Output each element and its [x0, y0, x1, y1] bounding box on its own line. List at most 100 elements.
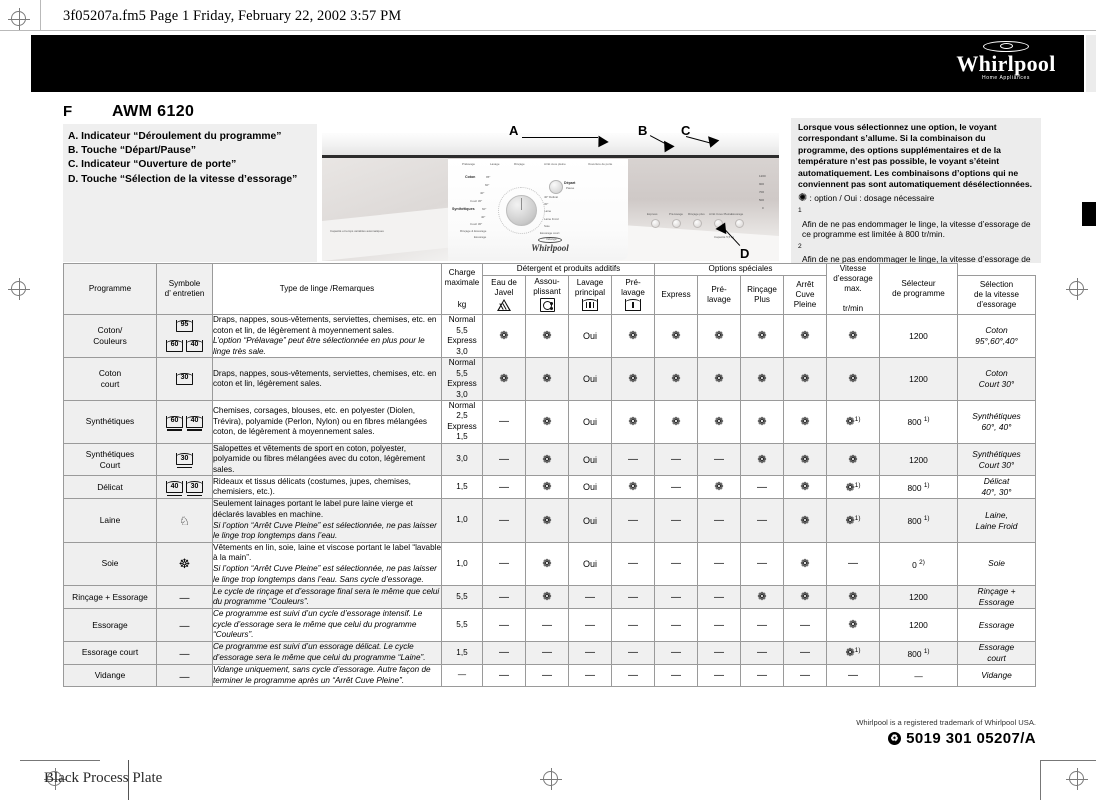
programme-label-l1: Coton/ — [97, 325, 123, 336]
cell-assouplissant: ❁ — [525, 357, 569, 401]
cell-arret-cuve-pleine: ❁ — [783, 357, 827, 401]
registration-mark-bottom-center — [540, 768, 562, 790]
not-available-dash: — — [179, 621, 190, 633]
option-led-essorage — [735, 219, 744, 228]
cell-prelavage-detergent: ❁ — [611, 475, 655, 500]
table-header: Programme Symbole d’ entretien Type de l… — [63, 263, 1036, 316]
not-available-dash: — — [628, 647, 638, 659]
footnote-1-marker: 1 — [798, 207, 802, 215]
selecteur-label-l2: Court 30° — [978, 379, 1015, 390]
charge-line-1: 5,5 — [456, 325, 468, 335]
snowflake-icon: ❁ — [628, 373, 638, 386]
panel-dial-laine: Laine — [544, 209, 552, 213]
cell-charge-maximale: Normal 5,5 Express 3,0 — [441, 357, 483, 401]
snowflake-icon: ❁ — [628, 481, 638, 494]
snowflake-icon: ❁ — [848, 373, 858, 386]
selecteur-label-l1: Synthétiques — [972, 410, 1021, 421]
panel-whirlpool-logo: Whirlpool — [518, 237, 582, 253]
care-symbol-tub-95: 95 — [176, 319, 193, 332]
cell-lavage-principal: Oui — [568, 498, 612, 543]
snowflake-icon: ❁ — [542, 330, 552, 343]
cell-prelavage-option: — — [697, 585, 741, 610]
cell-vitesse-essorage: 800 1) — [879, 400, 958, 444]
cell-value: Oui — [582, 454, 597, 465]
table-row: Coton/Couleurs 95 60 40 Draps, nappes, sous-… — [63, 313, 1036, 359]
bottom-left-rule — [20, 760, 100, 761]
th-rincage-plus: Rinçage Plus — [740, 274, 784, 316]
charge-line-3: 3,0 — [456, 346, 468, 356]
th-charge-l1: Charge — [448, 268, 476, 277]
th-prelavage2-l1: Pré- — [711, 284, 727, 294]
cell-description: Le cycle de rinçage et d’essorage final … — [212, 585, 442, 610]
not-available-dash: — — [628, 454, 638, 466]
model-name: AWM 6120 — [112, 103, 195, 120]
option-btn-prelavage-label[interactable]: Pré-lavage — [669, 212, 683, 216]
snowflake-icon: ❁ — [542, 591, 552, 604]
cell-charge-maximale: 3,0 — [441, 442, 483, 477]
snowflake-icon: ❁ — [499, 330, 509, 343]
panel-dial-synth-40: 40° — [481, 215, 486, 219]
cell-selecteur-programme: Coton 95°,60°,40° — [957, 313, 1036, 359]
snowflake-icon: ❁ — [714, 330, 724, 343]
cell-vitesse-essorage: 1200 — [879, 585, 958, 610]
option-btn-essorage-label[interactable]: Essorage — [731, 212, 743, 216]
programme-label-l2: Court — [99, 459, 121, 470]
snowflake-icon: ❁ — [542, 514, 552, 527]
program-selector-dial[interactable] — [506, 195, 537, 226]
spin-tick-700: 700 — [759, 190, 765, 194]
not-available-dash: — — [179, 671, 190, 683]
th-lavage-principal-l2: principal — [574, 287, 606, 297]
option-btn-express-label[interactable]: Express — [647, 212, 657, 216]
wash-tub-main-icon — [582, 298, 598, 311]
cell-express: — — [654, 442, 698, 477]
cell-vitesse-essorage: — — [879, 663, 958, 688]
option-btn-arret-cuve-label[interactable]: Arrêt Cuve Pleine — [709, 212, 732, 216]
th-symbole-entretien: Symbole d’ entretien — [156, 263, 213, 315]
cell-programme: Coton/Couleurs — [63, 313, 157, 359]
file-header-line: 3f05207a.fm5 Page 1 Friday, February 22,… — [63, 8, 402, 24]
cell-assouplissant: ❁ — [525, 585, 569, 610]
programme-label-l1: Laine — [99, 515, 121, 526]
not-available-dash: — — [714, 591, 724, 603]
option-btn-rincage-plus-label[interactable]: Rinçage plus — [688, 212, 705, 216]
cell-express: ❁ — [654, 357, 698, 401]
cell-lavage-principal: Oui — [568, 400, 612, 444]
panel-dial-coton-40: 40° — [480, 191, 485, 195]
charge-line-2: Express — [447, 336, 477, 346]
cell-selecteur-programme: Synthétiques Court 30° — [957, 442, 1036, 477]
panel-dial-laine-froid: Laine Froid — [544, 217, 559, 221]
cell-description: Vidange uniquement, sans cycle d’essorag… — [212, 663, 442, 688]
charge-line-0: 1,0 — [456, 558, 468, 568]
cell-programme: Rinçage + Essorage — [63, 585, 157, 610]
cell-assouplissant: ❁ — [525, 541, 569, 587]
selecteur-label-l2: Essorage — [978, 597, 1015, 608]
footnote-ref: 1) — [854, 481, 861, 489]
vitesse-value: 1200 — [909, 454, 928, 465]
snowflake-icon: ❁ — [800, 453, 810, 466]
programme-label-l2: Couleurs — [93, 336, 127, 347]
not-available-dash: — — [585, 670, 595, 682]
cell-value: Oui — [582, 515, 597, 526]
cell-assouplissant: ❁ — [525, 400, 569, 444]
start-pause-button[interactable] — [549, 180, 563, 194]
selecteur-label-l2: 60°, 40° — [981, 421, 1012, 432]
bottom-right-vrule — [1040, 760, 1041, 800]
page-top-vrule — [40, 0, 41, 30]
charge-line-2: Express — [447, 379, 477, 389]
cell-eau-de-javel: — — [482, 541, 526, 587]
cell-eau-de-javel: — — [482, 608, 526, 642]
selecteur-label-l1: Rinçage + — [977, 586, 1016, 597]
not-available-dash: — — [671, 591, 681, 603]
cell-assouplissant: ❁ — [525, 498, 569, 543]
th-charge-l2: maximale — [444, 278, 480, 287]
page-edge-black-tab — [1082, 202, 1096, 226]
panel-dial-delicat-40: 40° Délicat — [544, 195, 559, 199]
cell-programme: Vidange — [63, 663, 157, 688]
th-vitesse-l1: Vitesse — [839, 264, 867, 273]
not-available-dash: — — [671, 481, 681, 493]
spin-tick-1200: 1200 — [759, 174, 766, 178]
cell-selection-vitesse: ❁ — [826, 357, 880, 401]
th-charge-unit: kg — [457, 300, 467, 309]
callout-b: B — [638, 123, 648, 138]
charge-line-3: 3,0 — [456, 389, 468, 399]
